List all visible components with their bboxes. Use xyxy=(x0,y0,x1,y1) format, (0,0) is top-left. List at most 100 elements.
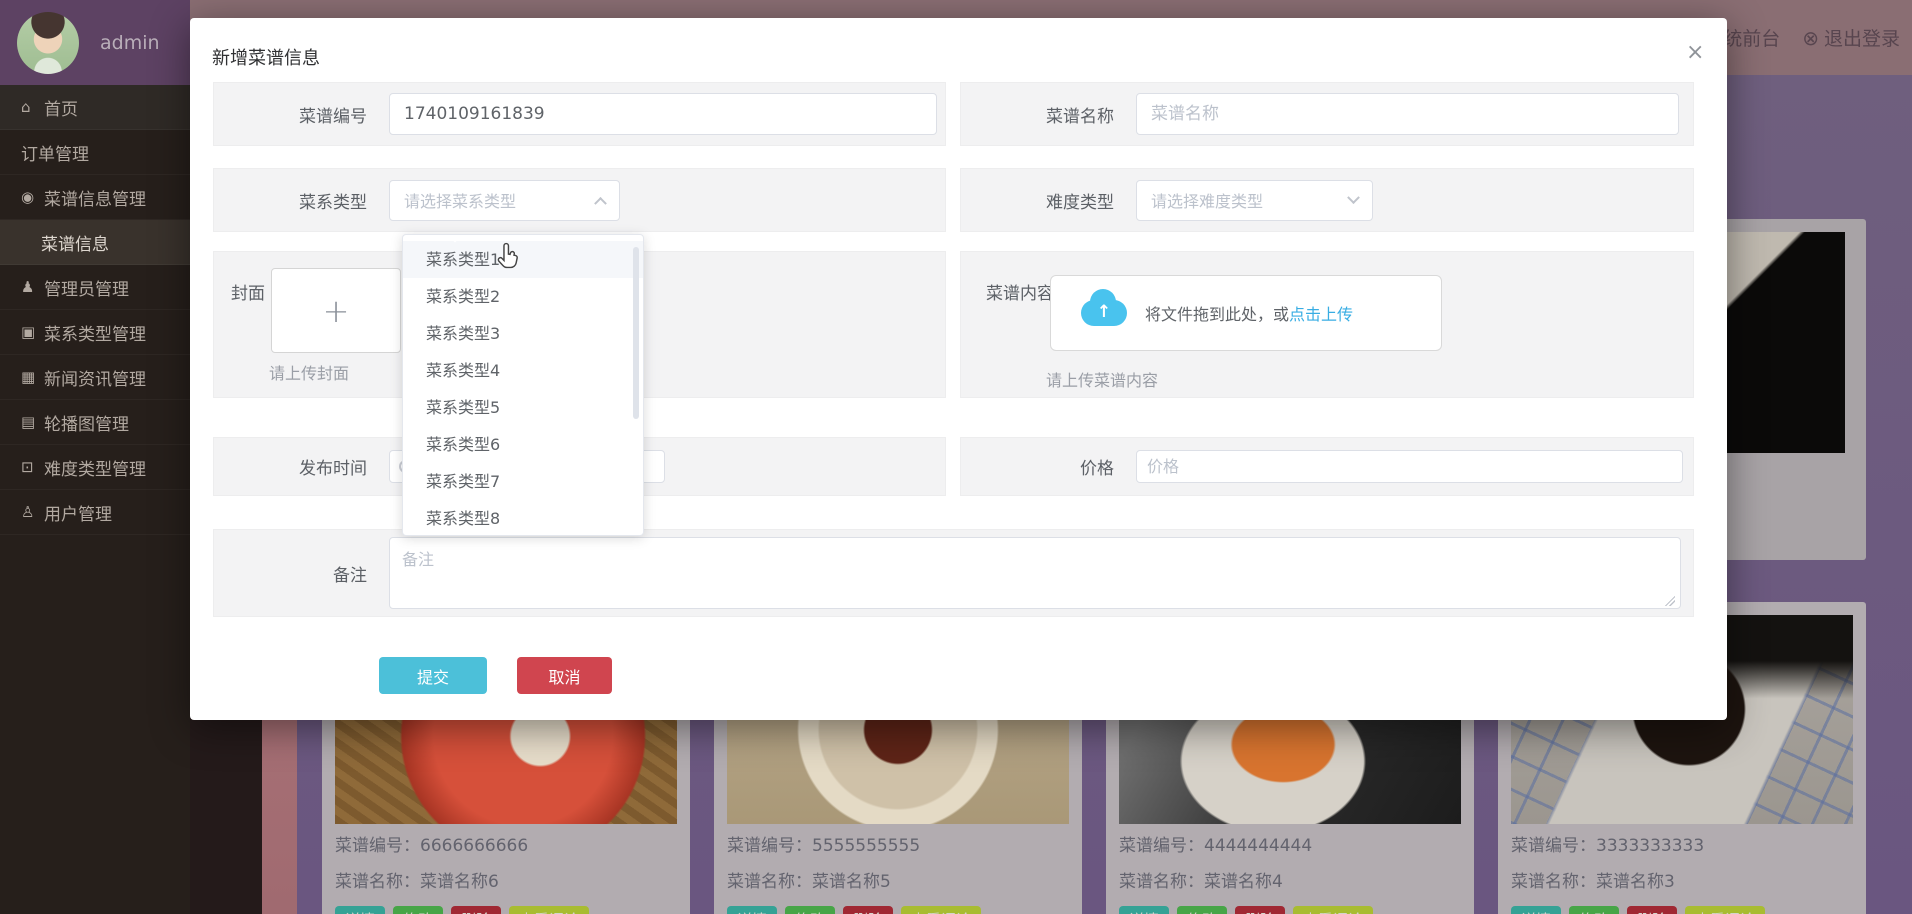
recipe-id-value: 4444444444 xyxy=(1204,836,1313,856)
sidebar-item-cuisine-mgmt[interactable]: ▣ 菜系类型管理 xyxy=(0,310,190,355)
recipe-id-label: 菜谱编号： xyxy=(1119,836,1204,856)
dropdown-option[interactable]: 菜系类型3 xyxy=(403,315,643,352)
recipe-id-value: 6666666666 xyxy=(420,836,529,856)
dropdown-option[interactable]: 菜系类型8 xyxy=(403,500,643,535)
cover-label: 封面 xyxy=(231,284,265,304)
remark-textarea[interactable] xyxy=(389,537,1681,609)
price-input[interactable] xyxy=(1136,450,1683,483)
delete-button[interactable]: 删除 xyxy=(843,906,894,914)
recipe-id-label: 菜谱编号： xyxy=(727,836,812,856)
view-comments-button[interactable]: 查看评论 xyxy=(901,906,982,914)
dropdown-scrollbar[interactable] xyxy=(633,247,639,419)
upload-drag-text: 将文件拖到此处，或 xyxy=(1145,305,1290,324)
delete-button[interactable]: 删除 xyxy=(1627,906,1678,914)
edit-button[interactable]: 修改 xyxy=(1177,906,1228,914)
cover-upload-hint: 请上传封面 xyxy=(269,364,350,383)
recipe-id-label: 菜谱编号： xyxy=(335,836,420,856)
recipe-name-line: 菜谱名称：菜谱名称3 xyxy=(1511,868,1853,896)
recipe-name-label: 菜谱名称： xyxy=(335,872,420,892)
sidebar-item-label: 用户管理 xyxy=(44,504,112,525)
recipe-content-label: 菜谱内容 xyxy=(986,284,1054,304)
detail-button[interactable]: 详情 xyxy=(1511,906,1562,914)
recipe-no-input[interactable] xyxy=(389,93,937,135)
sidebar-item-recipe-info[interactable]: 菜谱信息 xyxy=(0,220,190,265)
cuisine-type-dropdown: 菜系类型1 菜系类型2 菜系类型3 菜系类型4 菜系类型5 菜系类型6 菜系类型… xyxy=(402,234,644,536)
sidebar-item-admin-mgmt[interactable]: ♟ 管理员管理 xyxy=(0,265,190,310)
detail-button[interactable]: 详情 xyxy=(727,906,778,914)
sidebar-item-carousel-mgmt[interactable]: ▤ 轮播图管理 xyxy=(0,400,190,445)
recipe-id-line: 菜谱编号：3333333333 xyxy=(1511,832,1853,860)
view-comments-button[interactable]: 查看评论 xyxy=(1293,906,1374,914)
cover-upload-box[interactable]: + xyxy=(271,268,401,353)
admin-mgmt-icon: ♟ xyxy=(21,278,35,296)
detail-button[interactable]: 详情 xyxy=(1119,906,1170,914)
cuisine-type-select[interactable]: 请选择菜系类型 xyxy=(389,179,620,221)
recipe-no-label: 菜谱编号 xyxy=(299,106,367,127)
recipe-content-upload-box[interactable]: ↑ 将文件拖到此处，或 点击上传 xyxy=(1050,275,1442,351)
recipe-name-value: 菜谱名称4 xyxy=(1204,872,1283,892)
logout-icon: ⊗ xyxy=(1802,25,1819,50)
sidebar-item-recipe-mgmt[interactable]: ◉ 菜谱信息管理 xyxy=(0,175,190,220)
recipe-card-actions: 详情 修改 删除 查看评论 xyxy=(1119,906,1461,914)
dropdown-option[interactable]: 菜系类型2 xyxy=(403,278,643,315)
upload-arrow-icon: ↑ xyxy=(1096,301,1112,322)
sidebar-item-user-mgmt[interactable]: ♙ 用户管理 xyxy=(0,490,190,535)
recipe-mgmt-icon: ◉ xyxy=(21,188,35,206)
user-mgmt-icon: ♙ xyxy=(21,503,35,521)
recipe-name-label: 菜谱名称 xyxy=(1046,106,1114,127)
field-cuisine-type: 菜系类型 请选择菜系类型 xyxy=(213,168,946,232)
view-comments-button[interactable]: 查看评论 xyxy=(509,906,590,914)
sidebar-user-area: admin xyxy=(0,0,190,85)
sidebar-item-label: 首页 xyxy=(44,99,78,120)
recipe-id-line: 菜谱编号：6666666666 xyxy=(335,832,677,860)
view-comments-button[interactable]: 查看评论 xyxy=(1685,906,1766,914)
delete-button[interactable]: 删除 xyxy=(451,906,502,914)
sidebar-item-label: 难度类型管理 xyxy=(44,459,146,480)
click-upload-link[interactable]: 点击上传 xyxy=(1289,301,1353,325)
app-root: 系统前台 ⊗ 退出登录 admin ⌂ 首页 订单管理 ◉ 菜谱信息管理 菜谱信… xyxy=(0,0,1912,914)
home-icon: ⌂ xyxy=(21,98,31,116)
delete-button[interactable]: 删除 xyxy=(1235,906,1286,914)
price-label: 价格 xyxy=(1080,459,1114,479)
recipe-name-label: 菜谱名称： xyxy=(1511,872,1596,892)
edit-button[interactable]: 修改 xyxy=(785,906,836,914)
avatar xyxy=(17,11,79,74)
difficulty-type-label: 难度类型 xyxy=(1046,192,1114,213)
dropdown-option[interactable]: 菜系类型5 xyxy=(403,389,643,426)
recipe-name-input[interactable] xyxy=(1136,93,1679,135)
sidebar-item-label: 菜谱信息 xyxy=(41,234,109,255)
sidebar-item-orders[interactable]: 订单管理 xyxy=(0,130,190,175)
sidebar-item-label: 轮播图管理 xyxy=(44,414,129,435)
field-price: 价格 xyxy=(960,437,1694,496)
field-recipe-content: 菜谱内容 ↑ 将文件拖到此处，或 点击上传 请上传菜谱内容 xyxy=(960,251,1694,398)
close-icon[interactable]: × xyxy=(1686,40,1704,65)
recipe-id-label: 菜谱编号： xyxy=(1511,836,1596,856)
edit-button[interactable]: 修改 xyxy=(393,906,444,914)
recipe-card-actions: 详情 修改 删除 查看评论 xyxy=(335,906,677,914)
add-recipe-modal: 新增菜谱信息 × 菜谱编号 菜谱名称 菜系类型 请选择菜系类型 难度类型 请选择… xyxy=(190,18,1727,720)
cancel-button[interactable]: 取消 xyxy=(517,657,612,694)
edit-button[interactable]: 修改 xyxy=(1569,906,1620,914)
plus-icon: + xyxy=(322,291,350,330)
submit-button[interactable]: 提交 xyxy=(379,657,487,694)
sidebar-item-home[interactable]: ⌂ 首页 xyxy=(0,85,190,130)
logout-label: 退出登录 xyxy=(1823,28,1900,50)
recipe-name-line: 菜谱名称：菜谱名称6 xyxy=(335,868,677,896)
sidebar-item-label: 订单管理 xyxy=(21,144,89,165)
dropdown-option[interactable]: 菜系类型7 xyxy=(403,463,643,500)
detail-button[interactable]: 详情 xyxy=(335,906,386,914)
cuisine-type-label: 菜系类型 xyxy=(299,192,367,213)
dropdown-option[interactable]: 菜系类型4 xyxy=(403,352,643,389)
recipe-name-label: 菜谱名称： xyxy=(727,872,812,892)
difficulty-type-select[interactable]: 请选择难度类型 xyxy=(1136,179,1373,221)
recipe-id-line: 菜谱编号：4444444444 xyxy=(1119,832,1461,860)
sidebar-item-difficulty-mgmt[interactable]: ⊡ 难度类型管理 xyxy=(0,445,190,490)
dropdown-option[interactable]: 菜系类型6 xyxy=(403,426,643,463)
sidebar-item-news-mgmt[interactable]: ▦ 新闻资讯管理 xyxy=(0,355,190,400)
resize-handle[interactable] xyxy=(1665,596,1675,606)
username: admin xyxy=(100,31,160,54)
dropdown-option[interactable]: 菜系类型1 xyxy=(403,241,643,278)
field-recipe-no: 菜谱编号 xyxy=(213,82,946,146)
logout-link[interactable]: ⊗ 退出登录 xyxy=(1802,24,1900,51)
sidebar-item-label: 菜系类型管理 xyxy=(44,324,146,345)
